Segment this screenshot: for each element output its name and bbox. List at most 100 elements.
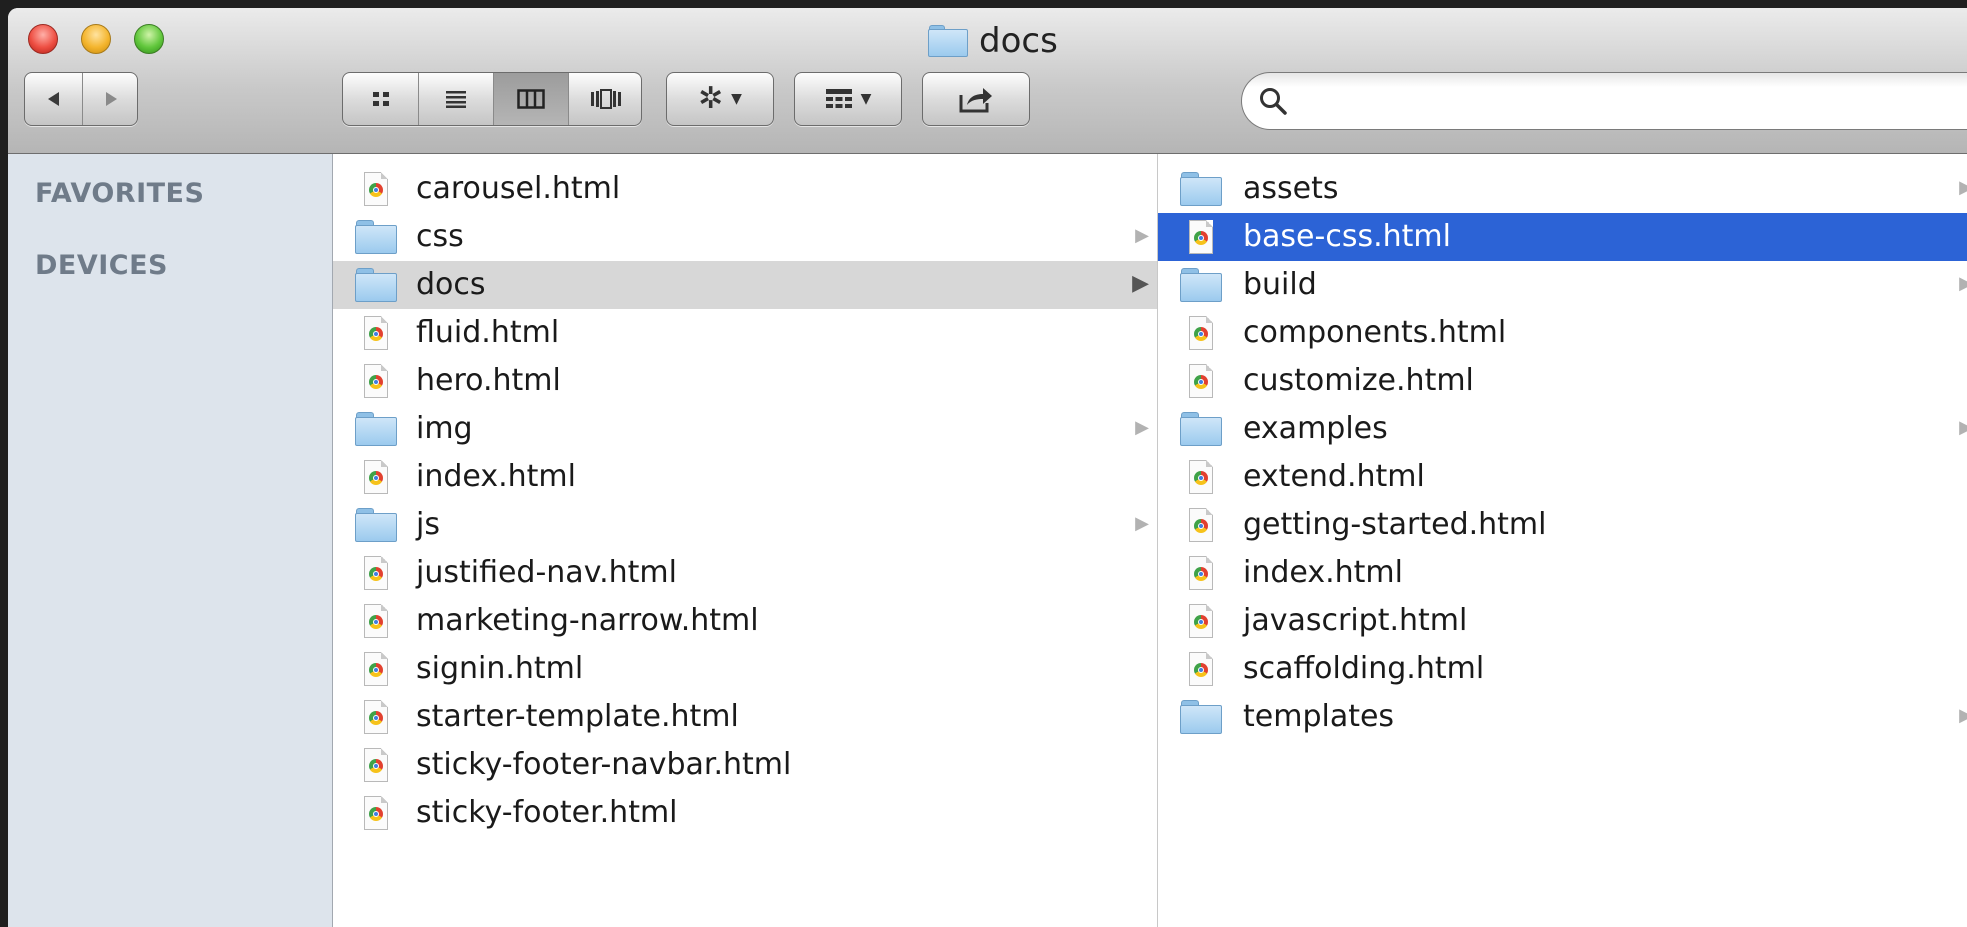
item-name: hero.html	[416, 363, 561, 398]
file-row[interactable]: index.html	[333, 453, 1157, 501]
folder-row[interactable]: templates ▶	[1158, 693, 1967, 741]
item-name: fluid.html	[416, 315, 560, 350]
item-name: css	[416, 219, 464, 254]
item-name: index.html	[416, 459, 576, 494]
disclosure-arrow-icon: ▶	[1959, 273, 1967, 294]
file-row[interactable]: fluid.html	[333, 309, 1157, 357]
folder-row[interactable]: css ▶	[333, 213, 1157, 261]
item-name: js	[416, 507, 440, 542]
window-title-group: docs	[928, 21, 1058, 61]
item-name: getting-started.html	[1243, 507, 1547, 542]
disclosure-arrow-icon: ▶	[1135, 225, 1149, 246]
file-row[interactable]: base-css.html	[1158, 213, 1967, 261]
html-file-icon	[1180, 460, 1224, 496]
item-name: templates	[1243, 699, 1395, 734]
folder-icon	[355, 508, 399, 544]
action-menu-inner: ✲ ▼	[667, 73, 773, 125]
search-field[interactable]	[1241, 72, 1967, 130]
item-name: base-css.html	[1243, 219, 1451, 254]
item-name: img	[416, 411, 473, 446]
icon-view-button[interactable]	[343, 73, 418, 125]
file-row[interactable]: sticky-footer.html	[333, 789, 1157, 837]
html-file-icon	[1180, 652, 1224, 688]
file-row[interactable]: marketing-narrow.html	[333, 597, 1157, 645]
disclosure-arrow-icon: ▶	[1135, 513, 1149, 534]
share-icon	[959, 88, 992, 113]
file-row[interactable]: carousel.html	[333, 165, 1157, 213]
sidebar-section-devices: DEVICES	[35, 250, 169, 281]
cover-flow-button[interactable]	[568, 73, 643, 125]
file-row[interactable]: starter-template.html	[333, 693, 1157, 741]
file-row[interactable]: sticky-footer-navbar.html	[333, 741, 1157, 789]
forward-arrow-icon	[105, 92, 117, 106]
file-row[interactable]: getting-started.html	[1158, 501, 1967, 549]
folder-icon	[355, 268, 399, 304]
folder-row[interactable]: js ▶	[333, 501, 1157, 549]
file-row[interactable]: index.html	[1158, 549, 1967, 597]
minimize-window-button[interactable]	[81, 24, 111, 54]
share-button[interactable]	[922, 72, 1030, 126]
html-file-icon	[1180, 364, 1224, 400]
item-name: extend.html	[1243, 459, 1425, 494]
folder-row[interactable]: img ▶	[333, 405, 1157, 453]
chevron-down-icon: ▼	[860, 91, 872, 107]
close-window-button[interactable]	[28, 24, 58, 54]
finder-window: docs ✲ ▼ ▼ FAVORITES DEVICES carousel.ht…	[8, 8, 1967, 927]
forward-button[interactable]	[82, 73, 138, 125]
file-row[interactable]: justified-nav.html	[333, 549, 1157, 597]
file-row[interactable]: extend.html	[1158, 453, 1967, 501]
html-file-icon	[355, 796, 399, 832]
disclosure-arrow-icon: ▶	[1959, 177, 1967, 198]
back-arrow-icon	[47, 92, 59, 106]
action-menu-button[interactable]: ✲ ▼	[666, 72, 774, 126]
browser-column-1: carousel.html css ▶ docs ▶ fluid.html hero.htm…	[333, 154, 1158, 927]
back-button[interactable]	[25, 73, 82, 125]
sidebar-section-favorites: FAVORITES	[35, 178, 205, 209]
list-view-icon	[446, 91, 466, 108]
item-name: justified-nav.html	[416, 555, 677, 590]
view-mode-control	[342, 72, 642, 126]
folder-icon	[1180, 268, 1224, 304]
icon-view-icon	[372, 92, 389, 106]
disclosure-arrow-icon: ▶	[1135, 417, 1149, 438]
item-name: customize.html	[1243, 363, 1474, 398]
item-name: scaffolding.html	[1243, 651, 1485, 686]
file-row[interactable]: signin.html	[333, 645, 1157, 693]
list-view-button[interactable]	[418, 73, 493, 125]
folder-row[interactable]: docs ▶	[333, 261, 1157, 309]
folder-row[interactable]: build ▶	[1158, 261, 1967, 309]
file-row[interactable]: javascript.html	[1158, 597, 1967, 645]
item-name: javascript.html	[1243, 603, 1468, 638]
folder-row[interactable]: examples ▶	[1158, 405, 1967, 453]
html-file-icon	[355, 460, 399, 496]
gear-icon: ✲	[698, 81, 724, 116]
cover-flow-icon	[591, 89, 621, 109]
html-file-icon	[355, 700, 399, 736]
item-name: docs	[416, 267, 486, 302]
html-file-icon	[1180, 220, 1224, 256]
zoom-window-button[interactable]	[134, 24, 164, 54]
toolbar: docs ✲ ▼ ▼	[8, 8, 1967, 154]
html-file-icon	[1180, 316, 1224, 352]
file-row[interactable]: hero.html	[333, 357, 1157, 405]
item-name: carousel.html	[416, 171, 621, 206]
arrange-menu-button[interactable]: ▼	[794, 72, 902, 126]
folder-icon	[928, 25, 968, 57]
folder-row[interactable]: assets ▶	[1158, 165, 1967, 213]
html-file-icon	[355, 556, 399, 592]
file-row[interactable]: scaffolding.html	[1158, 645, 1967, 693]
html-file-icon	[355, 652, 399, 688]
item-name: signin.html	[416, 651, 584, 686]
item-name: build	[1243, 267, 1317, 302]
html-file-icon	[355, 604, 399, 640]
item-name: examples	[1243, 411, 1388, 446]
file-row[interactable]: customize.html	[1158, 357, 1967, 405]
file-row[interactable]: components.html	[1158, 309, 1967, 357]
column-view-button[interactable]	[493, 73, 568, 125]
search-input[interactable]	[1298, 83, 1942, 119]
item-name: sticky-footer-navbar.html	[416, 747, 792, 782]
disclosure-arrow-icon: ▶	[1959, 705, 1967, 726]
html-file-icon	[1180, 556, 1224, 592]
chevron-down-icon: ▼	[731, 91, 742, 107]
disclosure-arrow-icon: ▶	[1132, 271, 1149, 296]
